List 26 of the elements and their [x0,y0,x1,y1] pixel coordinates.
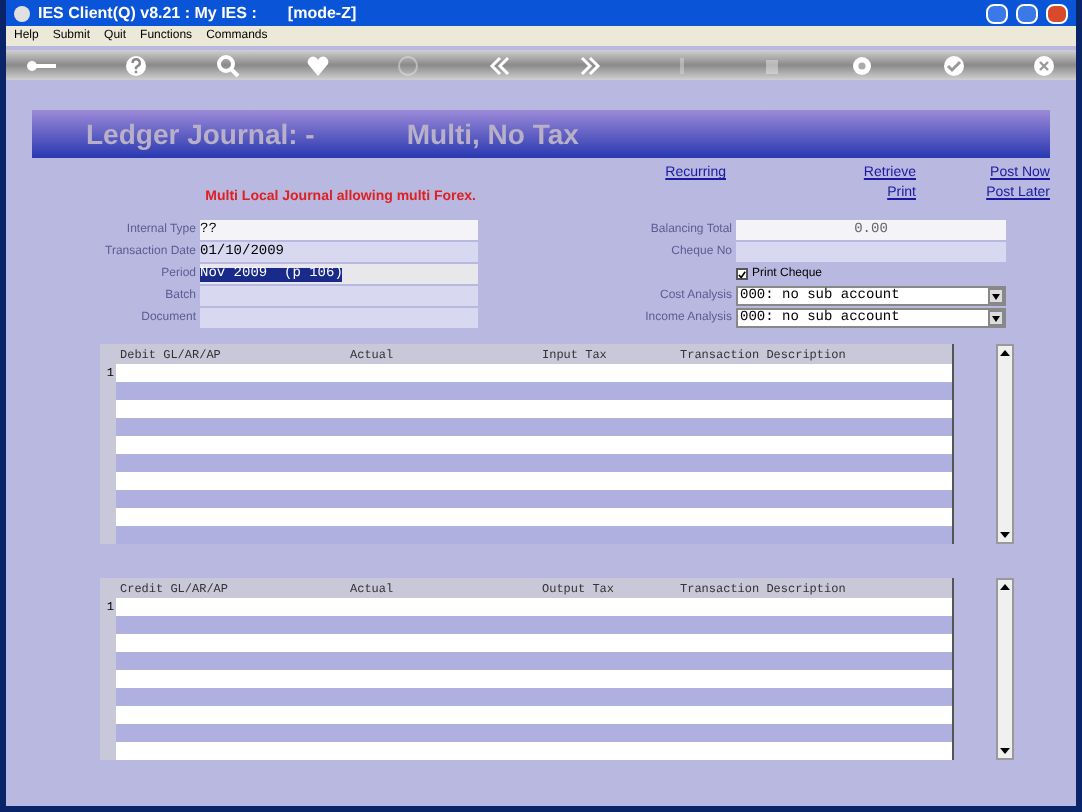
scrollbar[interactable] [996,578,1014,760]
close-button[interactable] [1046,3,1068,23]
app-icon [14,5,30,21]
heart-icon[interactable] [306,53,331,77]
maximize-button[interactable] [1016,3,1038,23]
page-subtitle: Multi, No Tax [406,115,579,153]
dropdown-arrow-icon[interactable] [988,310,1004,326]
search-icon[interactable] [215,53,240,77]
checkbox[interactable] [736,268,748,280]
scrollbar[interactable] [996,344,1014,544]
minimize-button[interactable] [986,3,1008,23]
scroll-up-icon[interactable] [998,580,1012,594]
scroll-up-icon[interactable] [998,346,1012,360]
input-field[interactable] [200,308,478,328]
scroll-down-icon[interactable] [998,744,1012,758]
scroll-down-icon[interactable] [998,528,1012,542]
window-title: IES Client(Q) v8.21 : My IES : [mode-Z] [38,1,359,25]
help-icon[interactable] [124,53,149,77]
input-field[interactable] [736,242,1006,262]
double-chevron-left-icon[interactable] [487,53,512,77]
dropdown-arrow-icon[interactable] [988,288,1004,304]
check-icon[interactable] [941,53,966,77]
close-icon[interactable] [1031,53,1056,77]
input-field[interactable] [200,286,478,306]
page-title: Ledger Journal: - [86,115,315,154]
double-chevron-right-icon[interactable] [578,53,603,77]
